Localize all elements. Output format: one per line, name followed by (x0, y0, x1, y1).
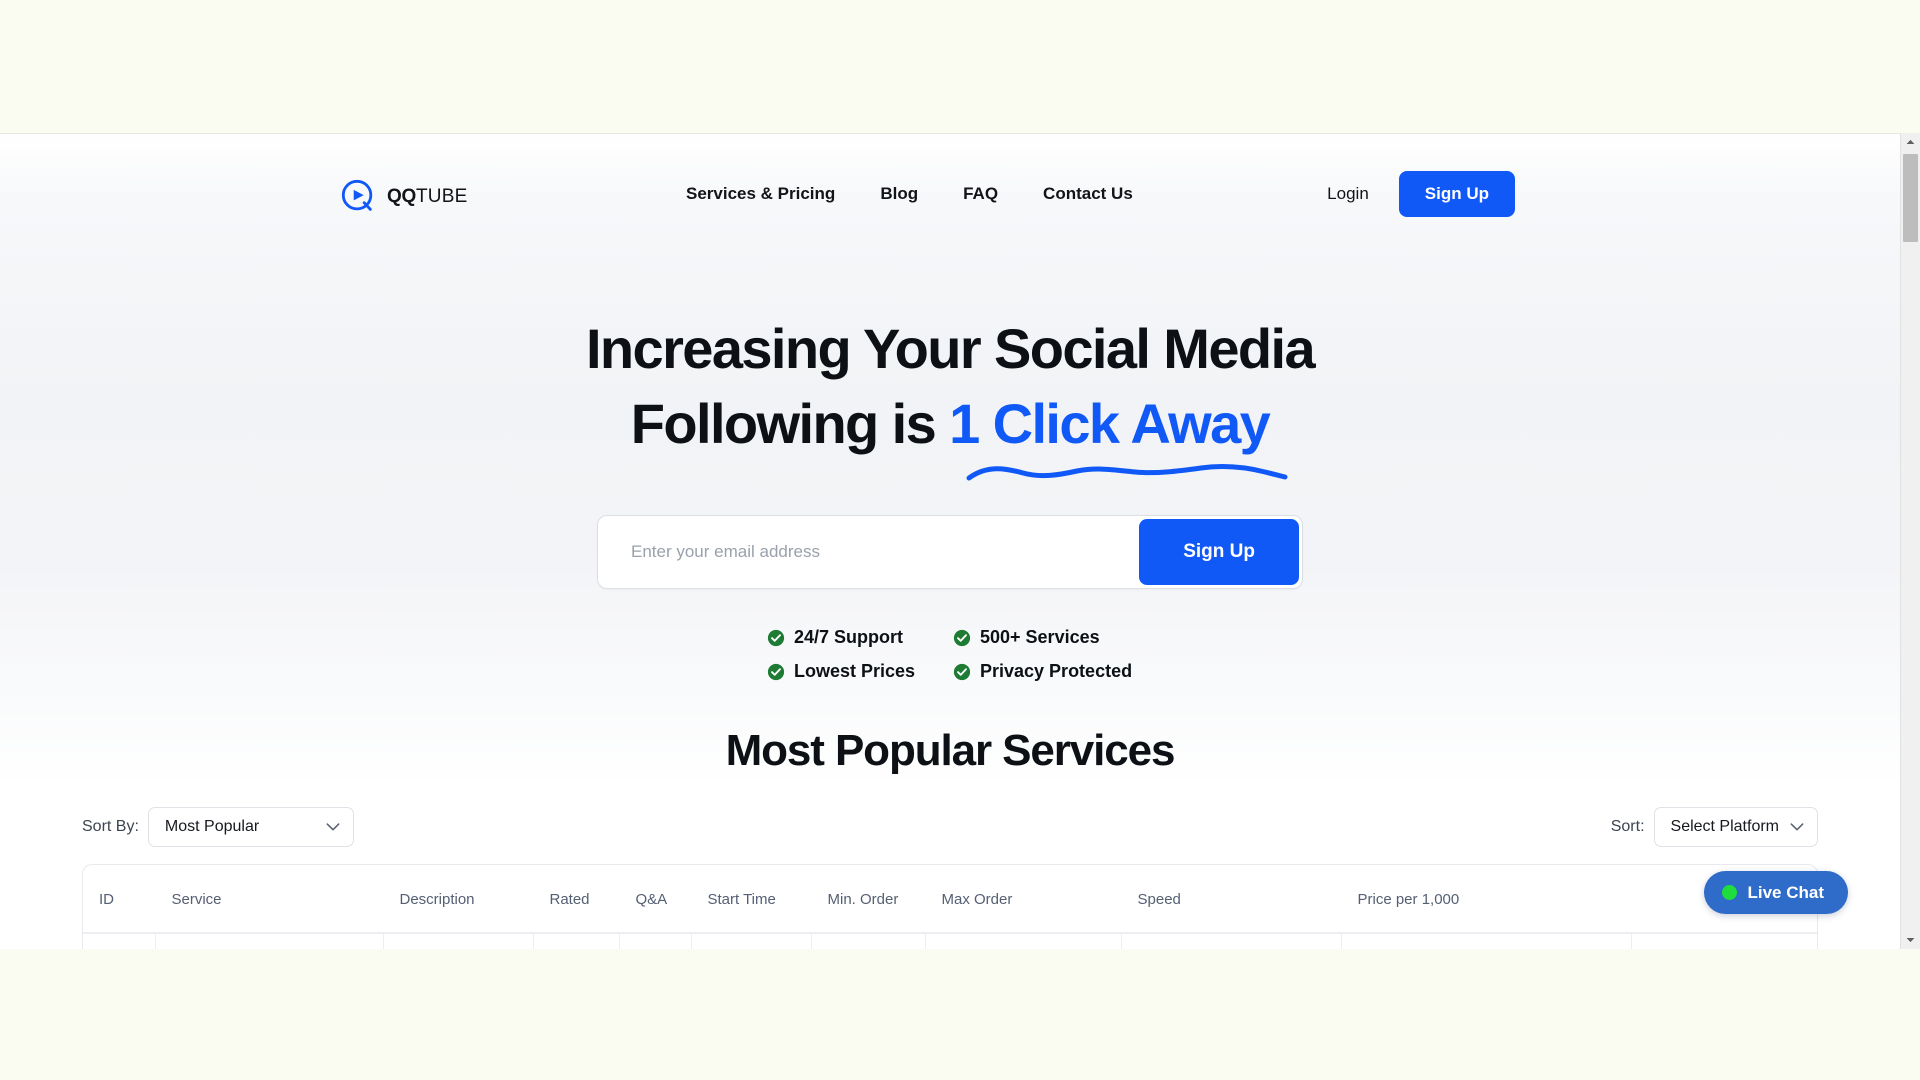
scroll-down-arrow-icon (1906, 938, 1915, 943)
hero-heading-line1: Increasing Your Social Media (585, 317, 1316, 380)
column-label-speed: Speed (1137, 891, 1181, 908)
check-circle-icon (953, 629, 971, 646)
column-label-qa: Q&A (635, 891, 668, 908)
column-header-min-order[interactable]: Min. Order (811, 865, 925, 934)
column-label-min-order: Min. Order (827, 891, 899, 908)
chevron-down-icon (1790, 823, 1804, 831)
table-cell (691, 933, 812, 949)
table-cell (83, 933, 156, 949)
nav-item-services-pricing[interactable]: Services & Pricing (686, 184, 835, 204)
feature-label-prices: Lowest Prices (794, 661, 916, 681)
chevron-down-icon (326, 823, 340, 831)
column-label-service: Service (171, 891, 222, 908)
column-header-qa[interactable]: Q&A (619, 865, 691, 934)
hero-section: Increasing Your Social Media Following i… (0, 249, 1900, 776)
table-cell (1121, 933, 1342, 949)
hero-accent-wrap: 1 Click Away (949, 386, 1288, 481)
services-table: ID Service Description Rated Q&A Start T… (83, 865, 1817, 949)
sort-by-select[interactable]: Most Popular (147, 807, 354, 847)
feature-label-privacy: Privacy Protected (980, 661, 1133, 681)
feature-item-support: 24/7 Support (767, 627, 953, 648)
browser-viewport: QQTUBE Services & Pricing Blog FAQ Conta… (0, 133, 1920, 949)
table-cell (533, 933, 620, 949)
table-row[interactable] (83, 933, 1817, 949)
logo-text-bold: QQ (387, 186, 416, 207)
site-logo[interactable]: QQTUBE (339, 178, 467, 216)
column-label-description: Description (399, 891, 475, 908)
scrollbar-down-button[interactable] (1901, 931, 1920, 949)
column-header-rated[interactable]: Rated (533, 865, 619, 934)
site-header: QQTUBE Services & Pricing Blog FAQ Conta… (0, 134, 1900, 249)
column-label-max-order: Max Order (941, 891, 1013, 908)
nav-item-blog[interactable]: Blog (880, 184, 918, 204)
nav-item-faq[interactable]: FAQ (963, 184, 998, 204)
live-chat-label: Live Chat (1747, 882, 1824, 902)
column-header-speed[interactable]: Speed (1121, 865, 1341, 934)
hero-heading-line2-prefix: Following is (630, 392, 950, 455)
logo-text-light: TUBE (415, 186, 468, 207)
sort-by-value: Most Popular (164, 818, 260, 835)
column-header-id[interactable]: ID (83, 865, 155, 934)
email-input[interactable] (601, 519, 1140, 585)
feature-item-privacy: Privacy Protected (953, 661, 1133, 682)
check-circle-icon (767, 663, 785, 680)
sort-by-control: Sort By: Most Popular (82, 807, 354, 847)
column-label-rated: Rated (549, 891, 590, 908)
column-header-max-order[interactable]: Max Order (925, 865, 1121, 934)
column-label-id: ID (99, 891, 114, 908)
services-table-header-row: ID Service Description Rated Q&A Start T… (83, 865, 1817, 934)
vertical-scrollbar[interactable] (1900, 133, 1920, 949)
email-signup-form: Sign Up (597, 515, 1303, 589)
column-header-start-time[interactable]: Start Time (691, 865, 811, 934)
table-cell (811, 933, 926, 949)
signup-button-header[interactable]: Sign Up (1398, 171, 1515, 217)
sort-by-label: Sort By: (82, 818, 139, 835)
green-dot-icon (1722, 885, 1738, 900)
table-cell (383, 933, 534, 949)
check-circle-icon (953, 663, 971, 680)
column-header-price[interactable]: Price per 1,000 (1341, 865, 1631, 934)
login-link[interactable]: Login (1327, 184, 1369, 204)
table-cell (619, 933, 692, 949)
scroll-up-arrow-icon (1906, 139, 1915, 144)
column-header-description[interactable]: Description (383, 865, 533, 934)
services-controls: Sort By: Most Popular Sort: Select Platf… (0, 804, 1900, 850)
page-content: QQTUBE Services & Pricing Blog FAQ Conta… (0, 134, 1900, 949)
column-label-price: Price per 1,000 (1357, 891, 1460, 908)
nav-item-contact-us[interactable]: Contact Us (1043, 184, 1133, 204)
header-actions: Login Sign Up (1327, 171, 1515, 217)
column-header-service[interactable]: Service (155, 865, 383, 934)
table-cell (155, 933, 384, 949)
squiggle-underline-icon (966, 464, 1288, 481)
live-chat-button[interactable]: Live Chat (1704, 871, 1848, 914)
platform-sort-label: Sort: (1610, 818, 1645, 835)
page-root: QQTUBE Services & Pricing Blog FAQ Conta… (0, 0, 1920, 1080)
table-cell (1631, 933, 1817, 949)
services-section-title: Most Popular Services (725, 726, 1176, 775)
signup-button-hero[interactable]: Sign Up (1139, 519, 1299, 585)
platform-select[interactable]: Select Platform (1653, 807, 1818, 847)
feature-item-services: 500+ Services (953, 627, 1133, 648)
main-navigation: Services & Pricing Blog FAQ Contact Us (686, 184, 1133, 204)
column-label-start-time: Start Time (707, 891, 776, 908)
feature-label-services: 500+ Services (980, 627, 1100, 647)
services-table-card: ID Service Description Rated Q&A Start T… (82, 864, 1818, 949)
feature-item-prices: Lowest Prices (767, 661, 953, 682)
platform-sort-control: Sort: Select Platform (1611, 807, 1818, 847)
hero-feature-list: 24/7 Support 500+ Services Lowest Prices… (767, 627, 1133, 682)
scrollbar-thumb[interactable] (1903, 154, 1918, 242)
hero-heading: Increasing Your Social Media Following i… (0, 311, 1900, 481)
scrollbar-up-button[interactable] (1901, 133, 1920, 151)
play-circle-icon (341, 179, 373, 211)
logo-wordmark: QQTUBE (387, 186, 467, 208)
feature-label-support: 24/7 Support (794, 627, 904, 647)
check-circle-icon (767, 629, 785, 646)
platform-select-value: Select Platform (1670, 818, 1779, 835)
table-cell (1341, 933, 1632, 949)
table-cell (925, 933, 1122, 949)
hero-heading-accent: 1 Click Away (949, 392, 1271, 455)
